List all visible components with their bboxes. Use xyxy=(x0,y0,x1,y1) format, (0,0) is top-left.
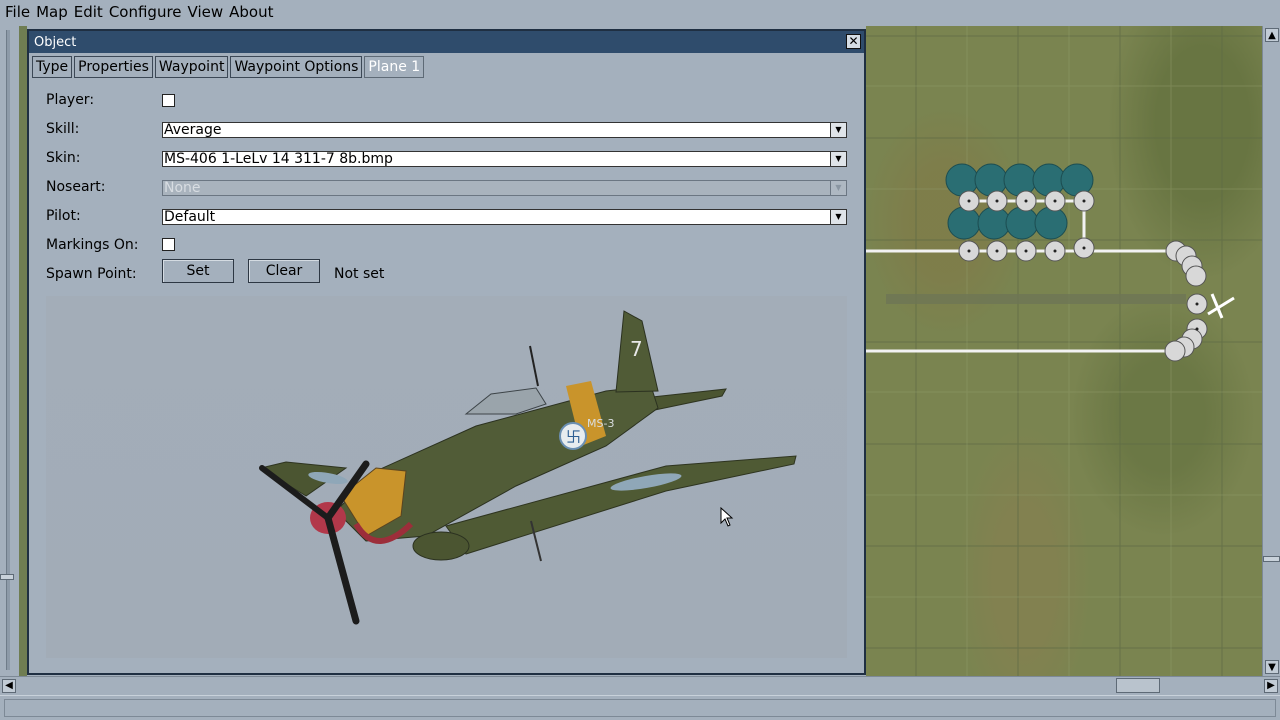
scroll-down-icon[interactable]: ▼ xyxy=(1265,660,1279,674)
plane-map-icon[interactable] xyxy=(1207,293,1235,319)
map-vertical-scrollbar[interactable]: ▲ ▼ xyxy=(1262,26,1280,676)
clear-spawn-button[interactable]: Clear xyxy=(248,259,320,283)
markings-label: Markings On: xyxy=(46,237,139,253)
scroll-up-icon[interactable]: ▲ xyxy=(1265,28,1279,42)
runway-markings xyxy=(886,294,1186,304)
pilot-select[interactable]: Default ▼ xyxy=(162,209,847,225)
menu-view[interactable]: View xyxy=(185,1,227,23)
svg-text:MS-3: MS-3 xyxy=(587,417,614,430)
pilot-value: Default xyxy=(164,209,216,225)
svg-text:7: 7 xyxy=(630,337,643,361)
menu-configure[interactable]: Configure xyxy=(106,1,185,23)
status-field xyxy=(4,699,1276,717)
scroll-left-icon[interactable]: ◀ xyxy=(2,679,16,693)
object-dialog: Object ✕ Type Properties Waypoint Waypoi… xyxy=(27,29,866,675)
horizontal-scroll-thumb[interactable] xyxy=(1116,678,1160,693)
map-left-edge xyxy=(19,26,27,676)
skill-select[interactable]: Average ▼ xyxy=(162,122,847,138)
tab-properties[interactable]: Properties xyxy=(74,56,153,78)
menu-about[interactable]: About xyxy=(226,1,276,23)
menu-bar: File Map Edit Configure View About xyxy=(0,0,1280,24)
player-checkbox[interactable] xyxy=(162,94,175,107)
menu-edit[interactable]: Edit xyxy=(71,1,106,23)
markings-checkbox[interactable] xyxy=(162,238,175,251)
map-horizontal-scrollbar[interactable]: ◀ ▶ xyxy=(0,676,1280,694)
spawn-point-label: Spawn Point: xyxy=(46,266,137,282)
skill-value: Average xyxy=(164,122,222,138)
map-canvas xyxy=(866,26,1262,676)
skin-label: Skin: xyxy=(46,150,81,166)
tab-waypoint[interactable]: Waypoint xyxy=(154,56,229,78)
spawn-status: Not set xyxy=(334,266,385,282)
dropdown-arrow-icon: ▼ xyxy=(830,181,846,195)
noseart-select: None ▼ xyxy=(162,180,847,196)
player-label: Player: xyxy=(46,92,95,108)
tab-bar: Type Properties Waypoint Waypoint Option… xyxy=(32,56,426,78)
noseart-value: None xyxy=(164,180,201,196)
menu-map[interactable]: Map xyxy=(33,1,71,23)
dropdown-arrow-icon[interactable]: ▼ xyxy=(830,152,846,166)
close-icon[interactable]: ✕ xyxy=(846,34,861,49)
dialog-title: Object xyxy=(34,34,77,50)
skill-label: Skill: xyxy=(46,121,80,137)
noseart-label: Noseart: xyxy=(46,179,106,195)
tab-type[interactable]: Type xyxy=(32,56,73,78)
status-bar xyxy=(0,695,1280,720)
tab-waypoint-options[interactable]: Waypoint Options xyxy=(230,56,363,78)
skin-value: MS-406 1-LeLv 14 311-7 8b.bmp xyxy=(164,151,393,167)
svg-text:卐: 卐 xyxy=(566,428,581,446)
aircraft-preview[interactable]: 卐 MS-3 7 xyxy=(46,296,847,658)
skin-select[interactable]: MS-406 1-LeLv 14 311-7 8b.bmp ▼ xyxy=(162,151,847,167)
menu-file[interactable]: File xyxy=(2,1,33,23)
dropdown-arrow-icon[interactable]: ▼ xyxy=(830,123,846,137)
dropdown-arrow-icon[interactable]: ▼ xyxy=(830,210,846,224)
tab-plane-1[interactable]: Plane 1 xyxy=(364,56,425,78)
set-spawn-button[interactable]: Set xyxy=(162,259,234,283)
left-scroll-thumb[interactable] xyxy=(0,574,14,580)
dialog-titlebar[interactable]: Object ✕ xyxy=(29,31,864,53)
map-view[interactable] xyxy=(866,26,1262,676)
mouse-cursor-icon xyxy=(720,507,734,527)
aircraft-model-image: 卐 MS-3 7 xyxy=(259,310,797,625)
vertical-scroll-thumb[interactable] xyxy=(1263,556,1280,562)
pilot-label: Pilot: xyxy=(46,208,81,224)
scroll-right-icon[interactable]: ▶ xyxy=(1264,679,1278,693)
